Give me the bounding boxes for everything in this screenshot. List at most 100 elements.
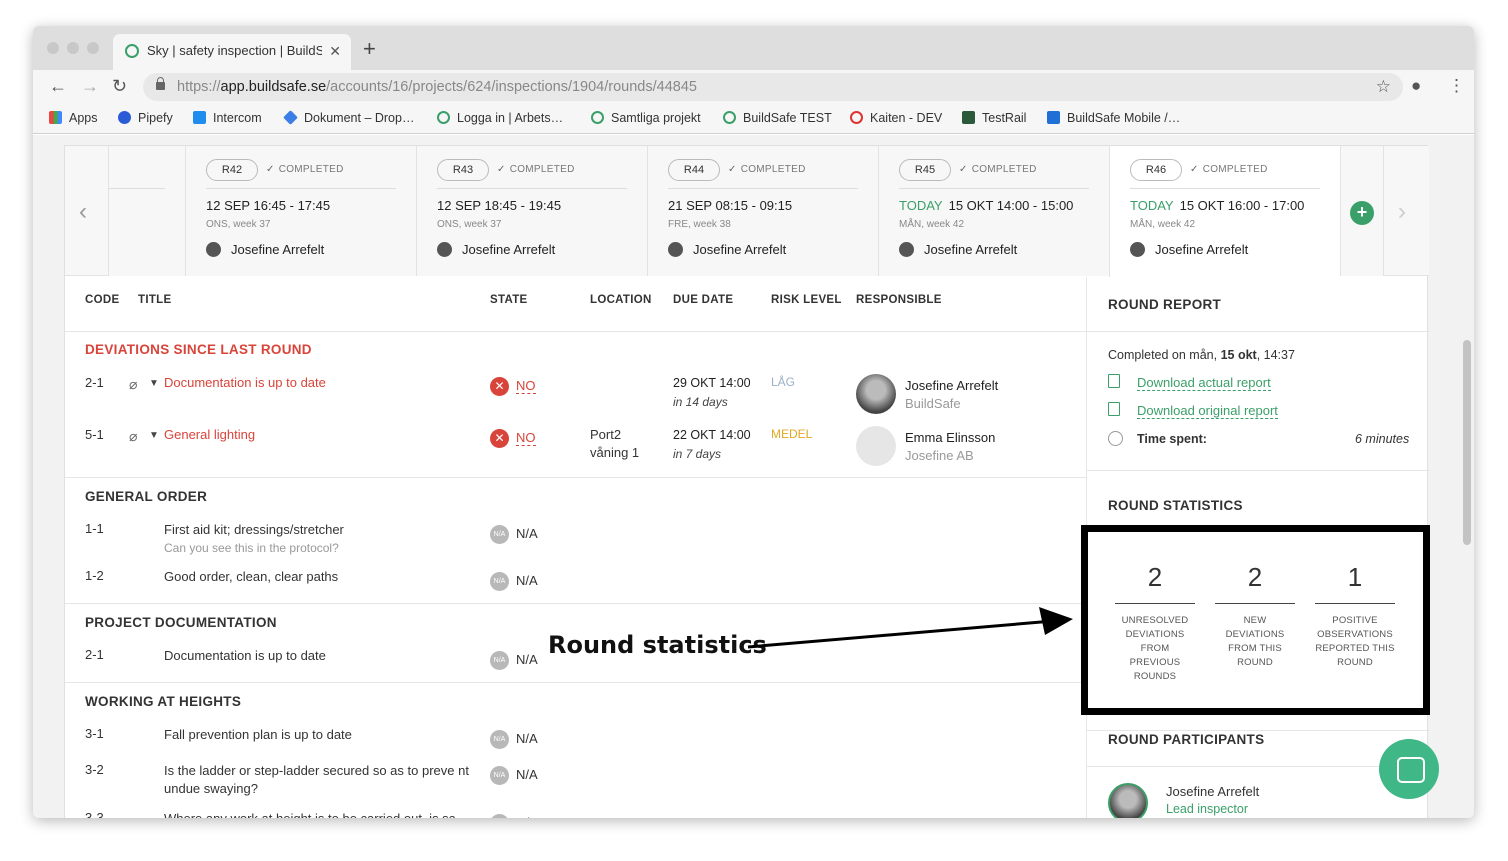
- minimize-window-icon[interactable]: [67, 42, 79, 54]
- state-no[interactable]: ✕ NO: [490, 429, 536, 448]
- round-code-chip: R46: [1130, 159, 1182, 181]
- check-icon: ✓: [497, 164, 506, 175]
- scrollbar[interactable]: [1461, 135, 1474, 818]
- row-code: 2-1: [85, 375, 104, 390]
- stat-label: UNRESOLVED DEVIATIONS FROM PREVIOUS ROUN…: [1121, 615, 1189, 682]
- buildsafe-icon: [723, 111, 736, 124]
- round-card-r44[interactable]: R44 ✓ COMPLETED 21 SEP 08:15 - 09:15 FRE,…: [647, 146, 878, 276]
- tab-close-icon[interactable]: ✕: [329, 34, 341, 68]
- bookmark-dropbox[interactable]: Dokument – Drop…: [283, 110, 414, 125]
- state-no[interactable]: ✕ NO: [490, 377, 536, 396]
- bookmark-label: Apps: [69, 111, 98, 125]
- round-card-r46[interactable]: R46 ✓ COMPLETED TODAY 15 OKT 16:00 - 17:00…: [1109, 146, 1340, 277]
- column-header-code[interactable]: CODE: [85, 294, 119, 306]
- state-na[interactable]: N/AN/A: [490, 572, 538, 591]
- new-tab-button[interactable]: +: [363, 36, 376, 62]
- bookmark-samtliga[interactable]: Samtliga projekt: [591, 111, 701, 125]
- state-na[interactable]: N/AN/A: [490, 766, 538, 785]
- round-card-r43[interactable]: R43 ✓ COMPLETED 12 SEP 18:45 - 19:45 ONS,…: [416, 146, 647, 276]
- browser-tab[interactable]: Sky | safety inspection | BuildSafe ✕: [113, 34, 351, 70]
- due-date: 29 OKT 14:00 in 14 days: [673, 376, 751, 409]
- close-window-icon[interactable]: [47, 42, 59, 54]
- x-circle-icon: ✕: [490, 429, 509, 448]
- bookmark-testrail[interactable]: TestRail: [962, 111, 1026, 125]
- menu-icon[interactable]: ⋮: [1448, 76, 1465, 96]
- time-spent-value: 6 minutes: [1355, 432, 1410, 446]
- address-bar[interactable]: https://app.buildsafe.se/accounts/16/pro…: [143, 73, 1403, 101]
- window-controls[interactable]: [47, 41, 107, 59]
- avatar: [1108, 783, 1148, 818]
- bookmark-label: TestRail: [982, 111, 1027, 125]
- round-statistics-panel: 2 UNRESOLVED DEVIATIONS FROM PREVIOUS RO…: [1081, 525, 1430, 715]
- bookmark-buildsafe-test[interactable]: BuildSafe TEST: [723, 111, 832, 125]
- column-header-risk-level[interactable]: RISK LEVEL: [771, 294, 842, 306]
- bookmark-pipefy[interactable]: Pipefy: [118, 111, 173, 125]
- browser-toolbar: ← → ↻ https://app.buildsafe.se/accounts/…: [33, 70, 1474, 104]
- bookmarks-bar: Apps Pipefy Intercom Dokument – Drop… Lo…: [33, 104, 1474, 134]
- maximize-window-icon[interactable]: [87, 42, 99, 54]
- next-rounds-arrow-icon[interactable]: ›: [1398, 198, 1406, 226]
- tab-bar: Sky | safety inspection | BuildSafe ✕ +: [33, 26, 1474, 70]
- chevron-down-icon[interactable]: ▼: [149, 378, 159, 389]
- row-code: 3-1: [85, 726, 104, 741]
- time-spent-label: Time spent:: [1137, 432, 1207, 446]
- avatar: [437, 242, 452, 257]
- round-date: 12 SEP 16:45 - 17:45: [206, 198, 331, 213]
- column-header-due-date[interactable]: DUE DATE: [673, 294, 733, 306]
- bookmark-kaiten[interactable]: Kaiten - DEV: [850, 111, 942, 125]
- state-na[interactable]: N/AN/A: [490, 814, 538, 818]
- url-path: /accounts/16/projects/624/inspections/19…: [326, 79, 697, 95]
- round-inspector: Josefine Arrefelt: [462, 242, 556, 257]
- round-card-r45[interactable]: R45 ✓ COMPLETED TODAY 15 OKT 14:00 - 15:00…: [878, 146, 1109, 276]
- na-icon: N/A: [490, 766, 509, 785]
- clock-icon: [1108, 431, 1123, 446]
- state-na[interactable]: N/AN/A: [490, 730, 538, 749]
- scrollbar-thumb[interactable]: [1463, 340, 1471, 545]
- bookmark-label: Logga in | Arbets…: [457, 111, 564, 125]
- bookmark-star-icon[interactable]: ☆: [1376, 73, 1391, 101]
- row-code: 2-1: [85, 647, 104, 662]
- state-na[interactable]: N/AN/A: [490, 525, 538, 544]
- row-title: Documentation is up to date: [164, 648, 326, 663]
- bookmark-apps[interactable]: Apps: [49, 111, 98, 125]
- bookmark-intercom[interactable]: Intercom: [193, 111, 262, 125]
- attachment-icon[interactable]: ⌀: [129, 376, 137, 393]
- x-circle-icon: ✕: [490, 377, 509, 396]
- previous-rounds-arrow-icon[interactable]: ‹: [79, 198, 87, 226]
- risk-level-badge: MEDEL: [771, 427, 813, 441]
- participant-name: Josefine Arrefelt: [1166, 784, 1260, 799]
- add-round-button[interactable]: +: [1350, 201, 1374, 225]
- download-original-report-link[interactable]: Download original report: [1137, 403, 1278, 419]
- column-header-location[interactable]: LOCATION: [590, 294, 652, 306]
- back-icon[interactable]: ←: [49, 76, 67, 97]
- round-week: ONS, week 37: [437, 219, 502, 230]
- row-title-link[interactable]: Documentation is up to date: [164, 374, 326, 392]
- avatar: [899, 242, 914, 257]
- column-header-title[interactable]: TITLE: [138, 294, 171, 306]
- round-status: ✓ COMPLETED: [959, 164, 1037, 175]
- bookmark-logga-in[interactable]: Logga in | Arbets…: [437, 111, 563, 125]
- reload-icon[interactable]: ↻: [112, 76, 127, 97]
- row-title-link[interactable]: General lighting: [164, 426, 255, 444]
- column-header-state[interactable]: STATE: [490, 294, 528, 306]
- bookmark-label: BuildSafe TEST: [743, 111, 832, 125]
- state-na[interactable]: N/AN/A: [490, 651, 538, 670]
- round-card-partial[interactable]: [108, 146, 185, 276]
- buildsafe-icon: [437, 111, 450, 124]
- completed-on-text: Completed on mån, 15 okt, 14:37: [1108, 348, 1295, 362]
- row-code: 1-1: [85, 521, 104, 536]
- profile-icon[interactable]: ●: [1411, 76, 1421, 96]
- bookmark-buildsafe-mobile[interactable]: BuildSafe Mobile /…: [1047, 111, 1180, 125]
- download-actual-report-link[interactable]: Download actual report: [1137, 375, 1271, 391]
- column-header-responsible[interactable]: RESPONSIBLE: [856, 294, 942, 306]
- row-title: Fall prevention plan is up to date: [164, 727, 352, 742]
- stat-value: 2: [1215, 562, 1295, 604]
- attachment-icon[interactable]: ⌀: [129, 428, 137, 445]
- round-inspector: Josefine Arrefelt: [231, 242, 325, 257]
- round-date: 12 SEP 18:45 - 19:45: [437, 198, 562, 213]
- round-card-r42[interactable]: R42 ✓ COMPLETED 12 SEP 16:45 - 17:45 ONS,…: [185, 146, 416, 276]
- chevron-down-icon[interactable]: ▼: [149, 430, 159, 441]
- intercom-chat-button[interactable]: [1379, 739, 1439, 799]
- forward-icon[interactable]: →: [81, 76, 99, 97]
- bookmark-label: Samtliga projekt: [611, 111, 701, 125]
